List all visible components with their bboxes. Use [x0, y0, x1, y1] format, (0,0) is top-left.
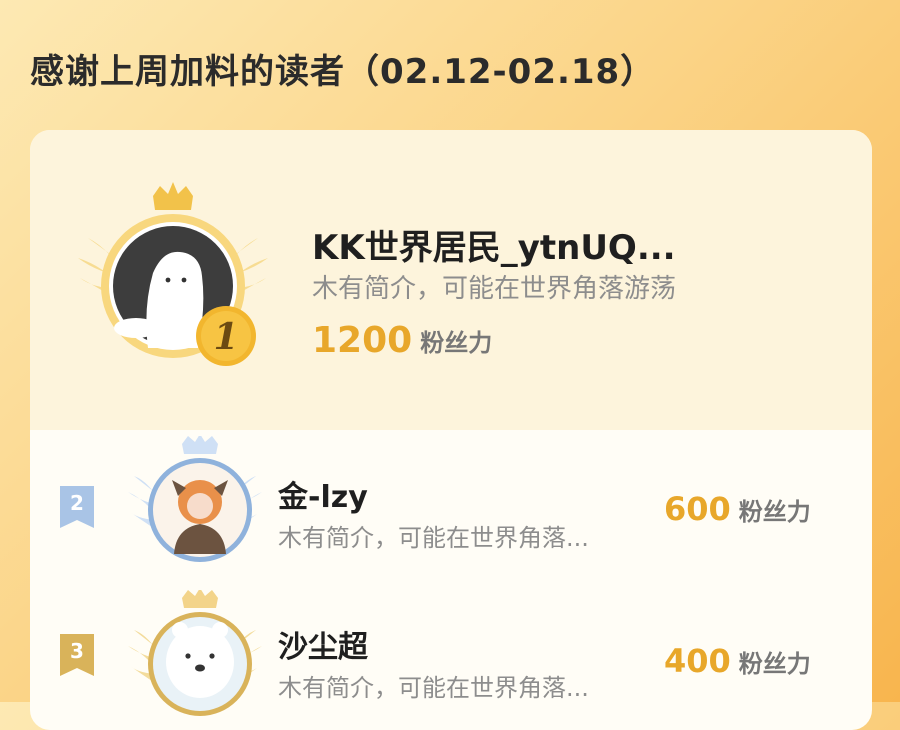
reader-bio: 木有简介，可能在世界角落...	[278, 524, 589, 552]
rank-3-entry[interactable]: 3 沙尘超 木有简介，可能在世界角落... 400 粉丝力	[30, 590, 872, 722]
fans-value: 600	[664, 490, 731, 528]
page-title: 感谢上周加料的读者（02.12-02.18）	[30, 52, 656, 92]
rank-2-entry[interactable]: 2 金-lzy 木有简介，可能在世界角落... 600 粉丝力	[30, 436, 872, 580]
rank-1-avatar-emblem: 1	[78, 182, 268, 366]
rank-2-badge-icon: 2	[60, 486, 94, 528]
fans-unit-label: 粉丝力	[420, 329, 493, 357]
rank-3-number: 3	[70, 639, 84, 663]
rank-2-avatar	[128, 436, 262, 562]
reader-name: 金-lzy	[278, 480, 368, 515]
rank-1-number: 1	[213, 316, 238, 358]
fans-power: 600 粉丝力	[664, 490, 811, 528]
fans-value: 1200	[312, 320, 413, 361]
fans-value: 400	[664, 642, 731, 680]
silver-crown-icon	[182, 436, 218, 454]
reader-bio: 木有简介，可能在世界角落...	[278, 674, 589, 702]
rank-1-entry[interactable]: 1 KK世界居民_ytnUQ... 木有简介，可能在世界角落游荡 1200 粉丝力	[30, 130, 872, 430]
reader-bio: 木有简介，可能在世界角落游荡	[312, 274, 677, 304]
rank-3-badge-icon: 3	[60, 634, 94, 676]
bronze-crown-icon	[182, 590, 218, 608]
rank-2-number: 2	[70, 491, 84, 515]
fans-unit-label: 粉丝力	[738, 497, 811, 526]
reader-name: 沙尘超	[278, 630, 368, 665]
ranking-card: 1 KK世界居民_ytnUQ... 木有简介，可能在世界角落游荡 1200 粉丝力…	[30, 130, 872, 730]
fans-power: 400 粉丝力	[664, 642, 811, 680]
fans-power: 1200 粉丝力	[312, 320, 492, 361]
crown-icon	[153, 182, 193, 210]
fans-unit-label: 粉丝力	[738, 649, 811, 678]
reader-name: KK世界居民_ytnUQ...	[312, 228, 676, 268]
rank-3-avatar	[128, 590, 262, 716]
